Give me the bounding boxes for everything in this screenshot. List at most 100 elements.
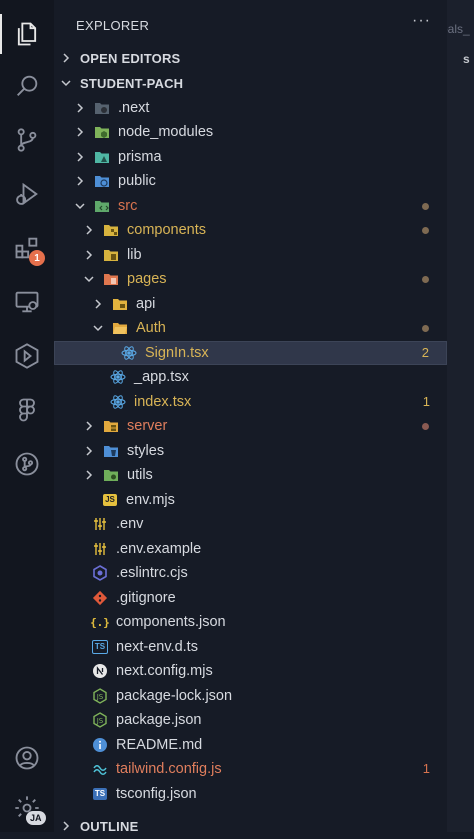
- git-graph-icon[interactable]: [0, 442, 54, 486]
- modified-dot: [422, 227, 429, 234]
- tree-item-package-json[interactable]: JS package.json: [54, 708, 447, 733]
- tree-item-label: utils: [127, 467, 153, 484]
- account-initials-badge: JA: [26, 811, 46, 825]
- tree-item-signin[interactable]: SignIn.tsx 2: [54, 340, 447, 366]
- more-actions-icon[interactable]: ···: [412, 12, 431, 30]
- tree-item-env-mjs[interactable]: JS env.mjs: [54, 488, 447, 513]
- tree-item-package-lock[interactable]: JS package-lock.json: [54, 684, 447, 709]
- remote-explorer-icon[interactable]: [0, 280, 54, 324]
- problem-count: 2: [421, 344, 429, 360]
- chevron-down-icon: [75, 203, 85, 209]
- chevron-right-icon: [86, 250, 93, 260]
- folder-open-icon: [112, 320, 128, 336]
- tree-item-label: index.tsx: [134, 393, 192, 410]
- folder-src-icon: [94, 198, 110, 214]
- editor-area: [447, 0, 474, 832]
- figma-icon[interactable]: [0, 388, 54, 432]
- tree-item-public[interactable]: public: [54, 169, 447, 194]
- tree-item-label: README.md: [116, 736, 203, 753]
- tree-item-label: components: [127, 222, 206, 239]
- tree-item-next-config[interactable]: next.config.mjs: [54, 659, 447, 684]
- tree-item-tailwind-config[interactable]: tailwind.config.js 1: [54, 757, 447, 782]
- tree-item-label: next-env.d.ts: [116, 638, 198, 655]
- tree-item-pages[interactable]: pages: [54, 267, 447, 292]
- chevron-down-icon: [61, 80, 71, 87]
- editor-breadcrumb: s: [463, 52, 470, 66]
- tree-item-readme[interactable]: README.md: [54, 733, 447, 758]
- settings-gear-icon[interactable]: JA: [0, 786, 54, 830]
- live-share-icon[interactable]: [0, 334, 54, 378]
- json-icon: {.}: [90, 615, 110, 629]
- activity-bar: 1 JA: [0, 0, 54, 832]
- tree-item-label: server: [127, 418, 168, 435]
- tree-item-label: tailwind.config.js: [116, 761, 222, 778]
- tree-item-auth[interactable]: Auth: [54, 316, 447, 341]
- search-icon[interactable]: [0, 64, 54, 108]
- extensions-icon[interactable]: 1: [0, 226, 54, 270]
- tree-item-components[interactable]: components: [54, 218, 447, 243]
- explorer-icon[interactable]: [0, 12, 54, 56]
- tree-item-styles[interactable]: styles: [54, 439, 447, 464]
- chevron-right-icon: [77, 103, 84, 113]
- tree-item-label: components.json: [116, 614, 226, 631]
- tree-item-index[interactable]: index.tsx 1: [54, 390, 447, 415]
- folder-lib-icon: [103, 247, 119, 263]
- tree-item-label: package-lock.json: [116, 687, 233, 704]
- tree-item-api[interactable]: api: [54, 292, 447, 317]
- tree-item-prisma[interactable]: prisma: [54, 145, 447, 170]
- chevron-right-icon: [86, 470, 93, 480]
- node-icon: JS: [92, 687, 108, 704]
- project-label: STUDENT-PACH: [80, 75, 184, 91]
- editor-tab[interactable]: pals_: [447, 0, 474, 42]
- tree-item-label: package.json: [116, 712, 202, 729]
- problem-count: 1: [422, 761, 430, 776]
- tree-item-utils[interactable]: utils: [54, 463, 447, 488]
- tree-item-src[interactable]: src: [54, 194, 447, 219]
- tree-item-tsconfig[interactable]: TS tsconfig.json: [54, 782, 447, 807]
- chevron-right-icon: [86, 446, 93, 456]
- source-control-icon[interactable]: [0, 118, 54, 162]
- tree-item-label: SignIn.tsx: [145, 344, 209, 361]
- open-editors-section[interactable]: OPEN EDITORS: [54, 46, 447, 71]
- outline-section[interactable]: OUTLINE: [54, 814, 447, 839]
- tree-item-next[interactable]: .next: [54, 96, 447, 121]
- folder-api-icon: [112, 296, 128, 312]
- tree-item-app[interactable]: _app.tsx: [54, 365, 447, 390]
- project-section[interactable]: STUDENT-PACH: [54, 71, 447, 96]
- tree-item-env-example[interactable]: .env.example: [54, 537, 447, 562]
- account-icon[interactable]: [0, 736, 54, 780]
- chevron-right-icon: [77, 176, 84, 186]
- tree-item-label: node_modules: [118, 124, 214, 141]
- tree-item-node-modules[interactable]: node_modules: [54, 120, 447, 145]
- tree-item-label: Auth: [136, 320, 166, 337]
- tree-item-label: _app.tsx: [134, 369, 189, 386]
- tree-item-label: prisma: [118, 148, 162, 165]
- error-dot: [422, 423, 429, 430]
- tree-item-components-json[interactable]: {.} components.json: [54, 610, 447, 635]
- react-icon: [110, 394, 126, 410]
- open-editors-label: OPEN EDITORS: [80, 50, 181, 66]
- problem-count: 1: [422, 393, 430, 409]
- folder-public-icon: [94, 173, 110, 189]
- info-icon: [92, 737, 108, 753]
- modified-dot: [422, 325, 429, 332]
- folder-utils-icon: [103, 467, 119, 483]
- react-icon: [110, 369, 126, 385]
- tree-item-server[interactable]: server: [54, 414, 447, 439]
- extensions-badge: 1: [29, 250, 45, 266]
- folder-server-icon: [103, 418, 119, 434]
- chevron-right-icon: [77, 127, 84, 137]
- tree-item-lib[interactable]: lib: [54, 243, 447, 268]
- tree-item-gitignore[interactable]: .gitignore: [54, 586, 447, 611]
- tree-item-eslintrc[interactable]: .eslintrc.cjs: [54, 561, 447, 586]
- tree-item-env[interactable]: .env: [54, 512, 447, 537]
- run-debug-icon[interactable]: [0, 172, 54, 216]
- env-icon: [92, 541, 108, 557]
- editor-tab-label: pals_: [447, 22, 470, 36]
- chevron-right-icon: [63, 821, 70, 831]
- tree-item-label: .next: [118, 99, 150, 116]
- tree-item-label: tsconfig.json: [116, 785, 197, 802]
- folder-prisma-icon: [94, 149, 110, 165]
- tree-item-next-env[interactable]: TS next-env.d.ts: [54, 635, 447, 660]
- tree-item-label: api: [136, 295, 156, 312]
